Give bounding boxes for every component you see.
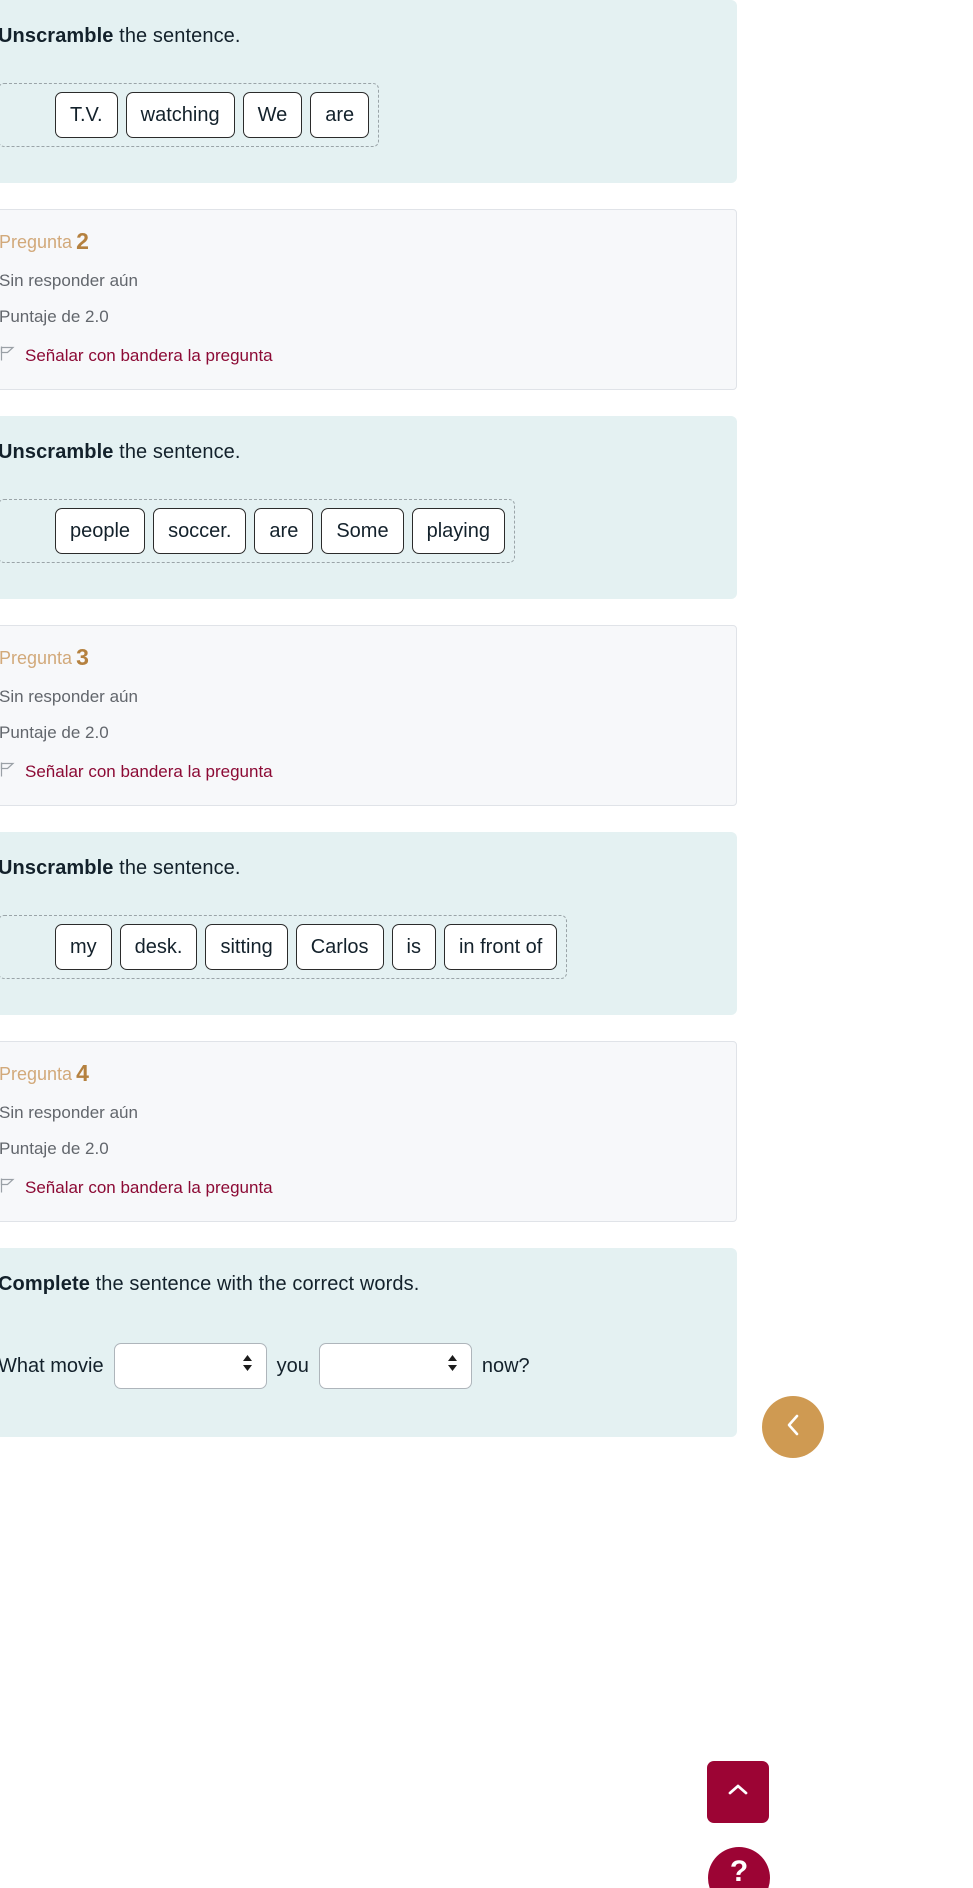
word-tile[interactable]: people [55,508,146,554]
question-prompt-4: Complete the sentence with the correct w… [0,1270,711,1299]
question-number-label-4: Pregunta 4 [0,1060,710,1087]
word-dropzone-3[interactable]: my desk. sitting Carlos is in front of [0,915,568,979]
question-info-2: Pregunta 2 Sin responder aún Puntaje de 2… [0,209,737,390]
prompt-rest-2: the sentence. [113,441,241,463]
prompt-keyword-1: Unscramble [0,25,114,47]
word-dropzone-1[interactable]: T.V. watching We are [0,83,380,147]
quiz-question-column: Unscramble the sentence. T.V. watching W… [0,0,737,1463]
question-number-3: 3 [76,644,89,670]
word-tile[interactable]: playing [411,508,505,554]
word-tile[interactable]: sitting [205,924,288,970]
prompt-rest-4: the sentence with the correct words. [89,1273,420,1295]
question-prompt-2: Unscramble the sentence. [0,438,711,467]
word-tile[interactable]: in front of [443,924,558,970]
question-prompt-3: Unscramble the sentence. [0,854,711,883]
help-button[interactable]: ? [708,1847,770,1888]
complete-sentence-row: What movie you now? [0,1343,711,1389]
sentence-text-middle: you [276,1354,309,1377]
prompt-keyword-4: Complete [0,1273,90,1295]
question-grade-2: Puntaje de 2.0 [0,307,109,326]
word-tile[interactable]: my [55,924,112,970]
word-dropzone-2[interactable]: people soccer. are Some playing [0,499,515,563]
flag-question-link-4[interactable]: Señalar con bandera la pregunta [0,1177,273,1199]
question-grade-4: Puntaje de 2.0 [0,1139,109,1158]
question-number-4: 4 [76,1060,89,1086]
word-tile[interactable]: are [254,508,314,554]
prompt-keyword-3: Unscramble [0,857,114,879]
question-state-2: Sin responder aún [0,271,138,290]
prompt-rest-1: the sentence. [113,25,241,47]
question-content-3: Unscramble the sentence. my desk. sittin… [0,832,737,1015]
question-info-4: Pregunta 4 Sin responder aún Puntaje de 2… [0,1041,737,1222]
word-tile[interactable]: We [242,92,303,138]
word-tile[interactable]: desk. [119,924,198,970]
word-tile[interactable]: Some [321,508,404,554]
flag-icon [0,345,16,367]
word-tile[interactable]: soccer. [153,508,247,554]
previous-page-button[interactable] [762,1396,824,1458]
prompt-keyword-2: Unscramble [0,441,114,463]
word-tile[interactable]: is [391,924,436,970]
question-info-3: Pregunta 3 Sin responder aún Puntaje de 2… [0,625,737,806]
updown-arrows-icon [241,1353,254,1379]
flag-icon [0,1177,16,1199]
flag-question-link-2[interactable]: Señalar con bandera la pregunta [0,345,273,367]
word-tile[interactable]: are [310,92,370,138]
help-question-mark-icon: ? [729,1855,749,1888]
sentence-text-before: What movie [0,1354,104,1377]
question-prompt-1: Unscramble the sentence. [0,22,711,51]
question-number-2: 2 [76,228,89,254]
question-number-label-3: Pregunta 3 [0,644,710,671]
prompt-rest-3: the sentence. [113,857,241,879]
sentence-text-after: now? [481,1354,530,1377]
flag-question-label-3: Señalar con bandera la pregunta [25,762,273,781]
question-word-4: Pregunta [0,1064,73,1084]
question-content-2: Unscramble the sentence. people soccer. … [0,416,737,599]
question-state-4: Sin responder aún [0,1103,138,1122]
word-tile[interactable]: T.V. [55,92,118,138]
chevron-up-icon [725,1780,751,1805]
question-state-3: Sin responder aún [0,687,138,706]
flag-icon [0,761,16,783]
question-content-1: Unscramble the sentence. T.V. watching W… [0,0,737,183]
flag-question-label-2: Señalar con bandera la pregunta [25,346,273,365]
question-word-3: Pregunta [0,648,73,668]
word-tile[interactable]: watching [125,92,235,138]
scroll-to-top-button[interactable] [707,1761,769,1823]
flag-question-label-4: Señalar con bandera la pregunta [25,1178,273,1197]
question-word-2: Pregunta [0,232,73,252]
quiz-page: Unscramble the sentence. T.V. watching W… [0,0,973,1888]
sentence-select-2[interactable] [318,1343,472,1389]
sentence-select-1[interactable] [113,1343,267,1389]
question-grade-3: Puntaje de 2.0 [0,723,109,742]
word-tile[interactable]: Carlos [295,924,384,970]
question-content-4: Complete the sentence with the correct w… [0,1248,737,1437]
updown-arrows-icon [446,1353,459,1379]
flag-question-link-3[interactable]: Señalar con bandera la pregunta [0,761,273,783]
question-number-label-2: Pregunta 2 [0,228,710,255]
chevron-left-icon [782,1411,804,1444]
